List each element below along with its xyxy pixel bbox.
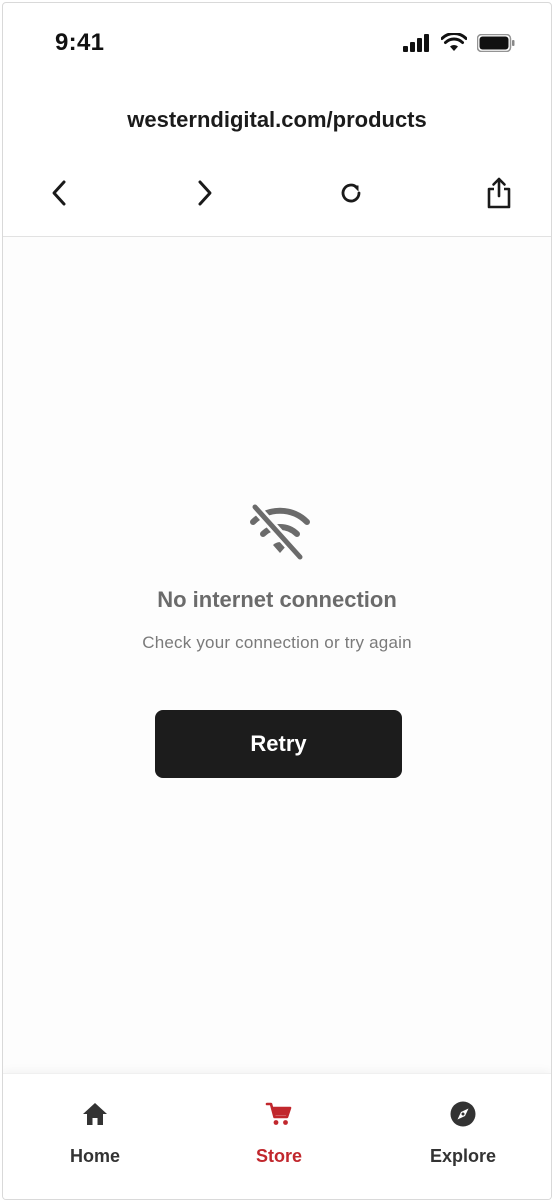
share-icon — [487, 177, 511, 209]
tab-bar: Home Store Explore — [3, 1073, 551, 1199]
back-button[interactable] — [37, 171, 81, 215]
wifi-icon — [441, 33, 467, 51]
status-bar: 9:41 — [3, 3, 551, 83]
cart-icon — [265, 1102, 292, 1125]
compass-icon — [450, 1101, 476, 1127]
browser-toolbar — [3, 171, 551, 215]
status-icons — [403, 33, 515, 52]
tab-store[interactable]: Store — [209, 1074, 349, 1199]
tab-explore-label: Explore — [429, 1146, 497, 1166]
share-button[interactable] — [477, 171, 521, 215]
forward-button[interactable] — [183, 171, 227, 215]
tab-home[interactable]: Home — [25, 1074, 165, 1199]
offline-title: No internet connection — [157, 587, 397, 612]
battery-icon — [477, 33, 515, 52]
status-time: 9:41 — [55, 29, 105, 56]
chevron-right-icon — [198, 180, 212, 206]
tab-store-label: Store — [255, 1146, 302, 1166]
signal-icon — [403, 33, 429, 52]
retry-button[interactable]: Retry — [155, 710, 402, 778]
tab-home-label: Home — [69, 1146, 120, 1166]
tab-explore[interactable]: Explore — [393, 1074, 533, 1199]
home-icon — [83, 1103, 107, 1125]
reload-button[interactable] — [329, 171, 373, 215]
offline-subtitle: Check your connection or try again — [142, 633, 412, 652]
url-bar[interactable]: westerndigital.com/products — [3, 107, 551, 133]
reload-icon — [341, 183, 361, 203]
page-content: No internet connection Check your connec… — [3, 237, 551, 1073]
wifi-off-icon — [250, 502, 310, 561]
phone-frame: 9:41 westerndigital.com/products No inte… — [2, 2, 552, 1200]
chevron-left-icon — [52, 180, 66, 206]
